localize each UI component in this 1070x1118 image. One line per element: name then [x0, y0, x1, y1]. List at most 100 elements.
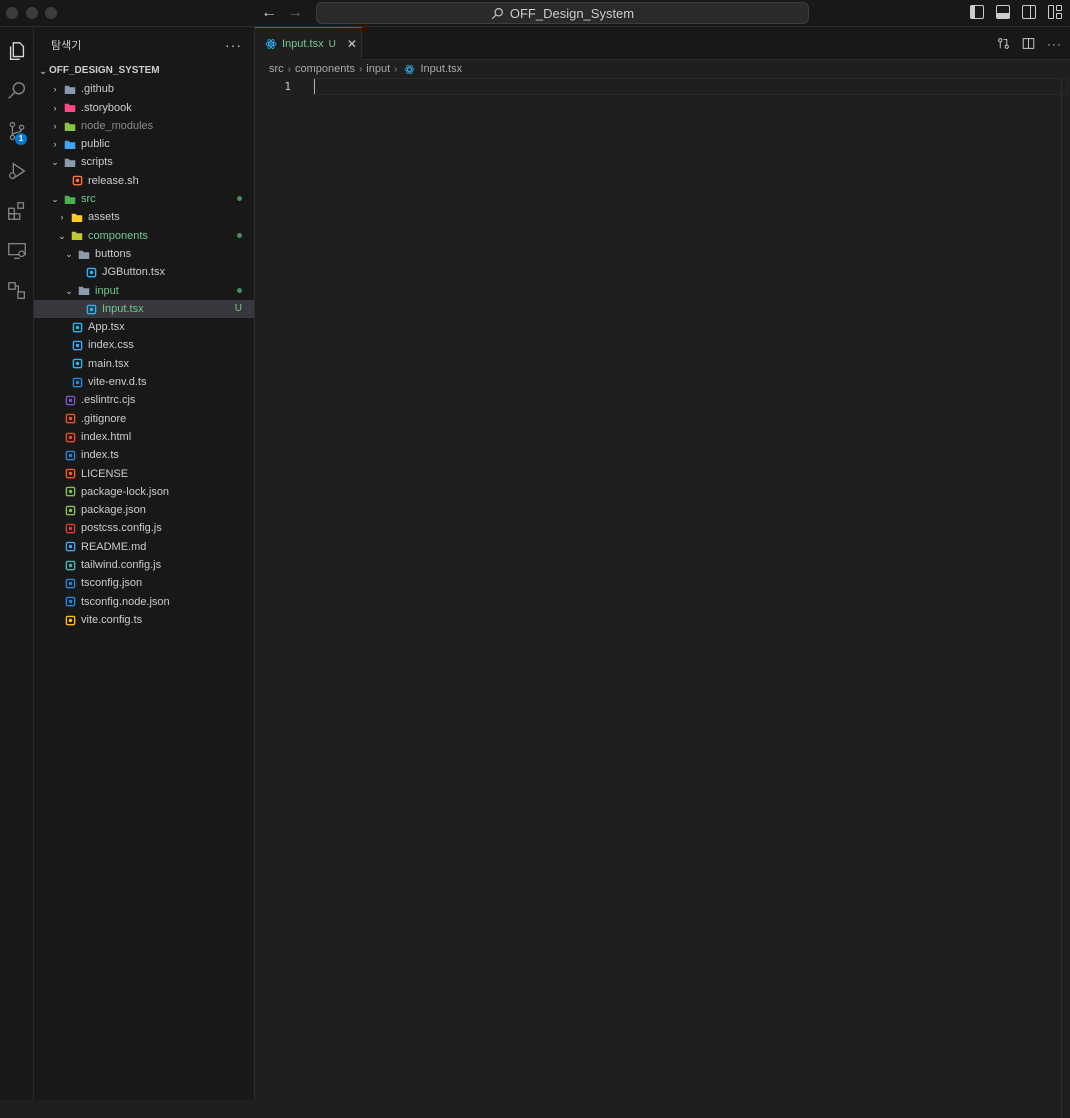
- breadcrumb-components[interactable]: components: [295, 63, 355, 75]
- activity-bar: 1: [0, 27, 34, 1100]
- tree-item[interactable]: vite.config.ts: [34, 611, 254, 629]
- file-icon: [64, 468, 76, 480]
- tree-item-label: App.tsx: [88, 321, 125, 334]
- command-center-search[interactable]: OFF_Design_System: [316, 2, 809, 24]
- vertical-scrollbar[interactable]: [1061, 78, 1070, 1118]
- toggle-panel-icon[interactable]: [996, 5, 1010, 19]
- tree-item[interactable]: ⌄ src: [34, 190, 254, 208]
- folder-icon: [64, 83, 76, 95]
- tree-item[interactable]: › .storybook: [34, 99, 254, 117]
- source-control-icon[interactable]: 1: [0, 113, 34, 149]
- breadcrumb-file[interactable]: Input.tsx: [421, 63, 463, 75]
- tree-item[interactable]: App.tsx: [34, 318, 254, 336]
- line-number: 1: [284, 80, 291, 93]
- folder-icon: [64, 193, 76, 205]
- remote-explorer-icon[interactable]: [0, 233, 34, 269]
- minimize-window-button[interactable]: [26, 7, 38, 19]
- tree-item-label: tsconfig.json: [81, 577, 143, 590]
- chevron-right-icon: ›: [53, 120, 57, 131]
- tree-item-label: index.html: [81, 430, 132, 443]
- tree-item[interactable]: › assets: [34, 208, 254, 226]
- close-icon[interactable]: ✕: [347, 37, 357, 51]
- project-root[interactable]: ⌄ OFF_DESIGN_SYSTEM: [34, 62, 254, 80]
- tab-input-tsx[interactable]: Input.tsx U ✕: [255, 27, 362, 60]
- toggle-primary-sidebar-icon[interactable]: [970, 5, 984, 19]
- editor-tabs: Input.tsx U ✕ ···: [255, 27, 1070, 60]
- editor-area: Input.tsx U ✕ ··· src › components › inp…: [255, 27, 1070, 1118]
- tree-item[interactable]: › node_modules: [34, 117, 254, 135]
- tree-item-label: src: [81, 193, 96, 206]
- toggle-secondary-sidebar-icon[interactable]: [1022, 5, 1036, 19]
- back-arrow-icon[interactable]: ←: [261, 3, 277, 23]
- tree-item[interactable]: ⌄ scripts: [34, 153, 254, 171]
- tree-item[interactable]: main.tsx: [34, 355, 254, 373]
- file-icon: [71, 376, 83, 388]
- tree-item-label: package-lock.json: [81, 485, 170, 498]
- split-editor-icon[interactable]: [1022, 37, 1035, 50]
- file-icon: [64, 486, 76, 498]
- close-window-button[interactable]: [6, 7, 18, 19]
- more-actions-icon[interactable]: ···: [1047, 37, 1062, 51]
- tree-item[interactable]: index.css: [34, 336, 254, 354]
- breadcrumb-input[interactable]: input: [366, 63, 390, 75]
- tree-item[interactable]: tailwind.config.js: [34, 556, 254, 574]
- tree-item[interactable]: index.ts: [34, 446, 254, 464]
- file-icon: [64, 577, 76, 589]
- chevron-down-icon: ⌄: [65, 248, 73, 259]
- tree-item[interactable]: index.html: [34, 428, 254, 446]
- tree-item[interactable]: release.sh: [34, 172, 254, 190]
- extensions-icon[interactable]: [0, 193, 34, 229]
- run-debug-icon[interactable]: [0, 153, 34, 189]
- open-changes-icon[interactable]: [997, 37, 1010, 50]
- tree-item[interactable]: .eslintrc.cjs: [34, 391, 254, 409]
- tree-item[interactable]: › public: [34, 135, 254, 153]
- tree-item[interactable]: ⌄ components: [34, 227, 254, 245]
- folder-icon: [78, 285, 90, 297]
- file-icon: [64, 431, 76, 443]
- tree-item-label: .eslintrc.cjs: [81, 394, 136, 407]
- tree-item[interactable]: package.json: [34, 501, 254, 519]
- tree-item[interactable]: LICENSE: [34, 465, 254, 483]
- chevron-down-icon: ⌄: [51, 157, 59, 168]
- explorer-icon[interactable]: [0, 33, 34, 69]
- file-icon: [64, 413, 76, 425]
- file-icon: [71, 358, 83, 370]
- tree-item[interactable]: postcss.config.js: [34, 519, 254, 537]
- other-views-icon[interactable]: [0, 273, 34, 309]
- tree-item-label: input: [95, 284, 119, 297]
- chevron-right-icon: ›: [394, 63, 398, 75]
- tree-item-label: scripts: [81, 156, 113, 169]
- tree-item-label: tailwind.config.js: [81, 559, 162, 572]
- tree-item[interactable]: tsconfig.json: [34, 574, 254, 592]
- maximize-window-button[interactable]: [45, 7, 57, 19]
- customize-layout-icon[interactable]: [1048, 5, 1062, 19]
- search-icon[interactable]: [0, 73, 34, 109]
- code-editor[interactable]: 1: [255, 78, 1070, 1118]
- chevron-down-icon: ⌄: [39, 66, 47, 76]
- file-icon: [64, 449, 76, 461]
- file-icon: [64, 559, 76, 571]
- text-cursor: [314, 79, 315, 94]
- tree-item[interactable]: ⌄ buttons: [34, 245, 254, 263]
- chevron-right-icon: ›: [358, 63, 363, 75]
- tree-item[interactable]: vite-env.d.ts: [34, 373, 254, 391]
- folder-icon: [64, 102, 76, 114]
- tree-item[interactable]: ⌄ input: [34, 282, 254, 300]
- tree-item[interactable]: package-lock.json: [34, 483, 254, 501]
- tree-item-label: JGButton.tsx: [102, 266, 165, 279]
- tree-item-label: postcss.config.js: [81, 522, 162, 535]
- explorer-sidebar: 탐색기 ··· ⌄ OFF_DESIGN_SYSTEM › .github › .st…: [34, 27, 255, 1100]
- tree-item-label: node_modules: [81, 119, 154, 132]
- tree-item[interactable]: JGButton.tsx: [34, 263, 254, 281]
- more-actions-icon[interactable]: ···: [225, 37, 242, 53]
- tree-item[interactable]: tsconfig.node.json: [34, 593, 254, 611]
- tree-item-label: vite.config.ts: [81, 613, 143, 626]
- tree-item[interactable]: › .github: [34, 80, 254, 98]
- forward-arrow-icon[interactable]: →: [287, 3, 303, 23]
- tree-item-label: README.md: [81, 540, 147, 553]
- tree-item[interactable]: Input.tsx U: [34, 299, 254, 319]
- tree-item[interactable]: .gitignore: [34, 410, 254, 428]
- breadcrumb-src[interactable]: src: [269, 63, 284, 75]
- tree-item-label: index.ts: [81, 449, 119, 462]
- tree-item[interactable]: README.md: [34, 538, 254, 556]
